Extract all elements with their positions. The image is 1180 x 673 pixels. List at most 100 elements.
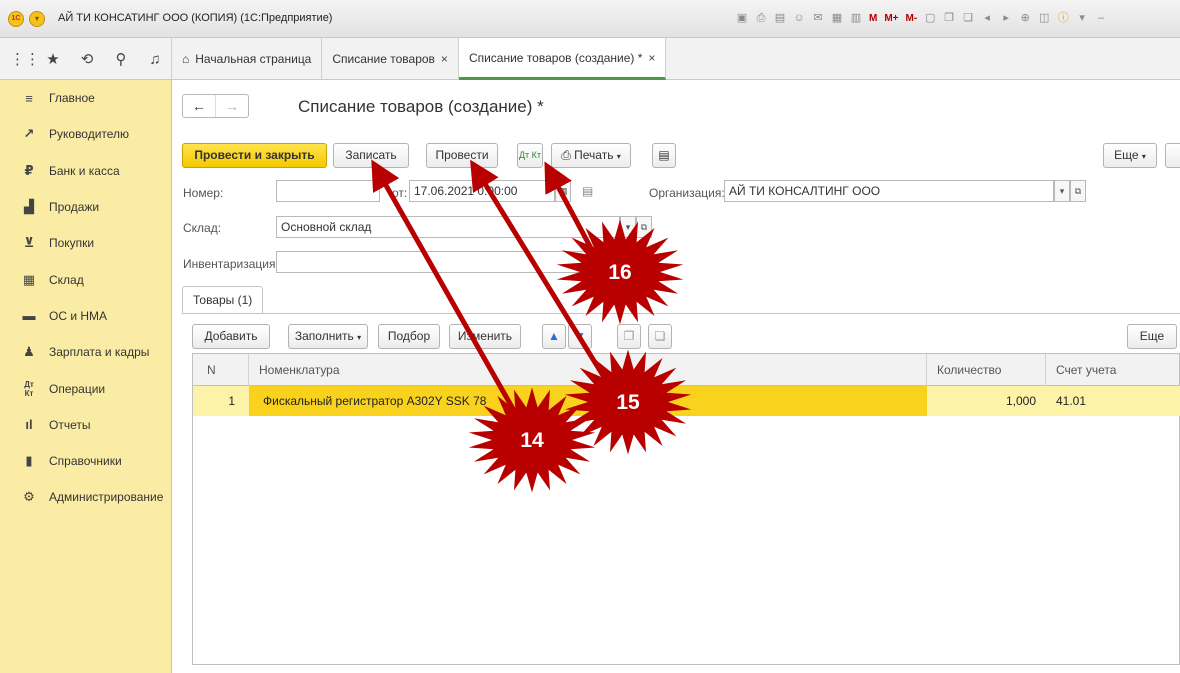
save-icon[interactable]: ▣ <box>734 10 750 27</box>
calculator-icon[interactable]: ▦ <box>829 10 845 27</box>
trend-icon: ↗ <box>23 126 35 142</box>
new-doc-icon[interactable]: ▢ <box>922 10 938 27</box>
forward-icon[interactable]: ▸ <box>998 10 1014 27</box>
sidebar-item-manager[interactable]: ↗ Руководителю <box>0 116 171 152</box>
favorites-star-icon[interactable]: ★ <box>44 50 62 68</box>
column-header-account[interactable]: Счет учета <box>1046 354 1180 386</box>
move-up-icon[interactable]: ▲ <box>542 324 566 349</box>
sidebar-item-bank[interactable]: ₽ Банк и касса <box>0 153 171 189</box>
print-button[interactable]: ⎙ Печать ▾ <box>551 143 631 168</box>
panel-icon[interactable]: ◫ <box>1036 10 1052 27</box>
copy-row-icon[interactable]: ❐ <box>617 324 641 349</box>
inventory-field[interactable] <box>276 251 620 273</box>
pick-button[interactable]: Подбор <box>378 324 440 349</box>
search-icon[interactable]: ⚲ <box>112 50 130 68</box>
sidebar-item-catalogs[interactable]: ▮ Справочники <box>0 443 171 479</box>
zoom-icon[interactable]: ⊕ <box>1017 10 1033 27</box>
info-icon[interactable]: ⓘ <box>1055 10 1071 27</box>
sidebar-item-operations[interactable]: Дт Кт Операции <box>0 370 171 406</box>
warehouse-dropdown-icon[interactable]: ▾ <box>620 216 636 238</box>
dt-kt-button[interactable]: Дт Кт <box>517 143 543 168</box>
calendar-picker-icon[interactable]: ▦ <box>555 180 571 202</box>
save-button[interactable]: Записать <box>333 143 409 168</box>
back-icon[interactable]: ◂ <box>979 10 995 27</box>
users-icon[interactable]: ☺ <box>791 10 807 27</box>
row-qty[interactable]: 1,000 <box>927 386 1046 416</box>
row-item[interactable]: Фискальный регистратор А302Y SSK 78 <box>253 386 853 416</box>
column-header-n[interactable]: N <box>193 354 249 386</box>
sidebar-item-purchases[interactable]: ⊻ Покупки <box>0 225 171 261</box>
history-icon[interactable]: ⟲ <box>78 50 96 68</box>
open-tabs: ⌂ Начальная страница Списание товаров × … <box>172 38 667 80</box>
minimize-icon[interactable]: – <box>1093 10 1109 27</box>
sidebar-item-label: ОС и НМА <box>49 308 108 323</box>
memory-m-button[interactable]: M <box>867 10 879 27</box>
chevron-down-icon[interactable]: ▾ <box>1074 10 1090 27</box>
sidebar-item-assets[interactable]: ▬ ОС и НМА <box>0 298 171 334</box>
paste-icon[interactable]: ❏ <box>960 10 976 27</box>
memory-plus-button[interactable]: M+ <box>882 10 900 27</box>
sidebar-item-label: Продажи <box>49 200 100 215</box>
sidebar-item-warehouse[interactable]: ▦ Склад <box>0 261 171 297</box>
structure-icon[interactable]: ▤ <box>652 143 676 168</box>
warehouse-open-icon[interactable]: ⧉ <box>636 216 652 238</box>
number-field[interactable] <box>276 180 380 202</box>
add-row-button[interactable]: Добавить <box>192 324 270 349</box>
warehouse-field[interactable]: Основной склад <box>276 216 620 238</box>
sidebar-item-sales[interactable]: ▟ Продажи <box>0 189 171 225</box>
calendar-icon[interactable]: ▥ <box>848 10 864 27</box>
truck-icon: ▬ <box>22 308 36 324</box>
sidebar-item-reports[interactable]: ıl Отчеты <box>0 407 171 443</box>
copy-icon[interactable]: ❐ <box>941 10 957 27</box>
row-account[interactable]: 41.01 <box>1046 386 1180 416</box>
more-label: Еще <box>1114 148 1139 162</box>
sidebar-item-label: Отчеты <box>49 417 91 432</box>
close-icon[interactable]: × <box>648 51 655 65</box>
organization-open-icon[interactable]: ⧉ <box>1070 180 1086 202</box>
back-arrow-icon[interactable]: ← <box>183 95 215 117</box>
notes-icon[interactable]: ▤ <box>582 184 593 198</box>
print-icon[interactable]: ⎙ <box>753 10 769 27</box>
tab-label: Начальная страница <box>195 52 312 66</box>
fill-button[interactable]: Заполнить ▾ <box>288 324 368 349</box>
organization-field[interactable]: АЙ ТИ КОНСАЛТИНГ ООО <box>724 180 1054 202</box>
change-button[interactable]: Изменить <box>449 324 521 349</box>
sidebar-item-label: Руководителю <box>49 127 130 142</box>
mail-icon[interactable]: ✉ <box>810 10 826 27</box>
tab-write-off-create[interactable]: Списание товаров (создание) * × <box>458 38 667 80</box>
sidebar-item-admin[interactable]: ⚙ Администрирование <box>0 479 171 515</box>
tab-write-off-list[interactable]: Списание товаров × <box>322 38 459 80</box>
date-label: от: <box>392 186 408 200</box>
table-more-button[interactable]: Еще <box>1127 324 1177 349</box>
sidebar-item-label: Склад <box>49 272 84 287</box>
date-field[interactable]: 17.06.2021 0:00:00 <box>409 180 555 202</box>
chart-icon: ıl <box>25 417 33 433</box>
chevron-down-icon: ▾ <box>357 333 362 342</box>
help-button[interactable] <box>1165 143 1180 168</box>
tab-home[interactable]: ⌂ Начальная страница <box>172 38 323 80</box>
history-nav: ← → <box>182 94 249 118</box>
column-header-item[interactable]: Номенклатура <box>249 354 927 386</box>
organization-dropdown-icon[interactable]: ▾ <box>1054 180 1070 202</box>
move-down-icon[interactable]: ▼ <box>568 324 592 349</box>
quick-tools: ⋮⋮ ★ ⟲ ⚲ ♫ <box>0 38 172 80</box>
tab-goods[interactable]: Товары (1) <box>182 286 264 314</box>
paste-row-icon[interactable]: ❏ <box>648 324 672 349</box>
close-icon[interactable]: × <box>441 52 448 66</box>
apps-grid-icon[interactable]: ⋮⋮ <box>10 50 40 68</box>
preview-icon[interactable]: ▤ <box>772 10 788 27</box>
number-label: Номер: <box>183 186 224 200</box>
tabs-bar: ⋮⋮ ★ ⟲ ⚲ ♫ ⌂ Начальная страница Списание… <box>0 38 1180 80</box>
table-row[interactable]: 1 Фискальный регистратор А302Y SSK 78 1,… <box>193 386 1180 416</box>
forward-arrow-icon[interactable]: → <box>215 95 248 117</box>
inventory-label: Инвентаризация: <box>183 257 279 271</box>
bell-icon[interactable]: ♫ <box>146 51 164 68</box>
more-button[interactable]: Еще ▾ <box>1103 143 1157 168</box>
post-and-close-button[interactable]: Провести и закрыть <box>182 143 327 168</box>
memory-minus-button[interactable]: M- <box>904 10 920 27</box>
main-menu-dropdown-icon[interactable]: ▾ <box>29 11 45 27</box>
sidebar-item-salary[interactable]: ♟ Зарплата и кадры <box>0 334 171 370</box>
post-button[interactable]: Провести <box>426 143 498 168</box>
column-header-qty[interactable]: Количество <box>927 354 1046 386</box>
sidebar-item-main[interactable]: ≡ Главное <box>0 80 171 116</box>
